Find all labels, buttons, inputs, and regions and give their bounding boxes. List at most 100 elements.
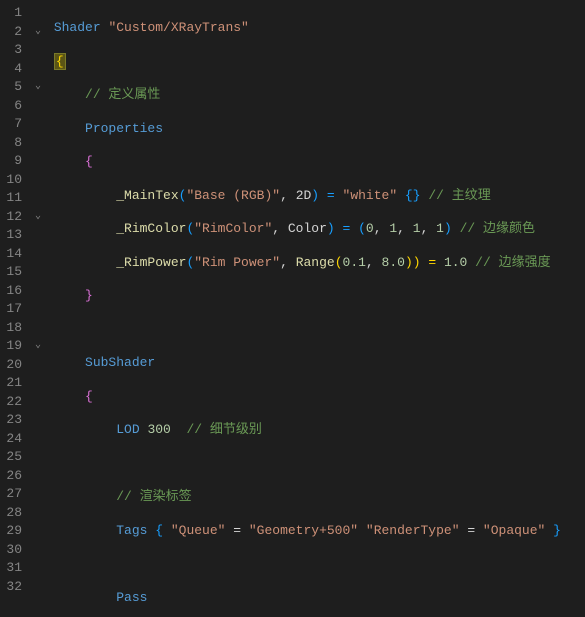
keyword: Tags (116, 523, 147, 538)
fold-marker[interactable] (30, 430, 46, 449)
punc: , (374, 221, 390, 236)
fold-marker[interactable] (30, 411, 46, 430)
code-line: LOD 300 // 细节级别 (46, 421, 585, 440)
string: "Opaque" (483, 523, 545, 538)
fold-marker[interactable] (30, 448, 46, 467)
op: ) = (311, 188, 342, 203)
type: 2D (296, 188, 312, 203)
fold-marker[interactable] (30, 60, 46, 79)
op: = (225, 523, 248, 538)
line-num: 9 (4, 152, 22, 171)
num: 1 (389, 221, 397, 236)
punc: , (280, 188, 296, 203)
line-num: 22 (4, 393, 22, 412)
num: 0 (366, 221, 374, 236)
func: _RimPower (116, 255, 186, 270)
string: "RenderType" (366, 523, 460, 538)
comment: // 主纹理 (428, 188, 490, 203)
fold-marker[interactable] (30, 282, 46, 301)
fold-marker[interactable] (30, 226, 46, 245)
num: 0.1 (343, 255, 366, 270)
line-num: 1 (4, 4, 22, 23)
num: 8.0 (382, 255, 405, 270)
line-num: 17 (4, 300, 22, 319)
code-line: Pass (46, 589, 585, 608)
comment: // 定义属性 (85, 87, 160, 102)
fold-marker[interactable] (30, 263, 46, 282)
line-num: 25 (4, 448, 22, 467)
fold-column: ⌄ ⌄ ⌄ ⌄ (30, 0, 46, 617)
fold-marker[interactable] (30, 578, 46, 597)
line-num: 4 (4, 60, 22, 79)
func: _MainTex (116, 188, 178, 203)
fold-marker[interactable]: ⌄ (30, 208, 46, 227)
line-num: 12 (4, 208, 22, 227)
num: 1 (413, 221, 421, 236)
code-line: } (46, 287, 585, 306)
brace: {} (397, 188, 428, 203)
line-num: 10 (4, 171, 22, 190)
line-num: 28 (4, 504, 22, 523)
sp (171, 422, 187, 437)
fold-marker[interactable] (30, 41, 46, 60)
fold-marker[interactable] (30, 134, 46, 153)
comment: // 渲染标签 (116, 489, 191, 504)
line-num: 24 (4, 430, 22, 449)
brace: { (85, 154, 93, 169)
code-line: _RimColor("RimColor", Color) = (0, 1, 1,… (46, 220, 585, 239)
string: "white" (343, 188, 398, 203)
punc: , (421, 221, 437, 236)
punc: , (397, 221, 413, 236)
line-num: 29 (4, 522, 22, 541)
line-num: 26 (4, 467, 22, 486)
fold-marker[interactable] (30, 467, 46, 486)
fold-marker[interactable] (30, 504, 46, 523)
fold-marker[interactable] (30, 374, 46, 393)
code-editor: 1 2 3 4 5 6 7 8 9 10 11 12 13 14 15 16 1… (0, 0, 585, 617)
code-line (46, 455, 585, 474)
line-num: 3 (4, 41, 22, 60)
code-line: { (46, 53, 585, 72)
fold-marker[interactable] (30, 319, 46, 338)
string: "Geometry+500" (249, 523, 358, 538)
fold-marker[interactable] (30, 559, 46, 578)
fold-marker[interactable]: ⌄ (30, 23, 46, 42)
line-num: 13 (4, 226, 22, 245)
punc: , (272, 221, 288, 236)
line-num: 14 (4, 245, 22, 264)
fold-marker[interactable] (30, 152, 46, 171)
fold-marker[interactable]: ⌄ (30, 78, 46, 97)
fold-marker[interactable] (30, 356, 46, 375)
fold-marker[interactable] (30, 393, 46, 412)
keyword: Shader (54, 20, 101, 35)
fold-marker[interactable] (30, 245, 46, 264)
brace: } (85, 288, 93, 303)
brace: { (54, 53, 66, 70)
comment: // 边缘强度 (475, 255, 550, 270)
string: "RimColor" (194, 221, 272, 236)
fold-marker[interactable]: ⌄ (30, 337, 46, 356)
num: 1.0 (444, 255, 467, 270)
code-line: _MainTex("Base (RGB)", 2D) = "white" {} … (46, 187, 585, 206)
fold-marker[interactable] (30, 171, 46, 190)
line-num: 21 (4, 374, 22, 393)
fold-marker[interactable] (30, 541, 46, 560)
fold-marker[interactable] (30, 4, 46, 23)
string: "Base (RGB)" (186, 188, 280, 203)
line-num: 23 (4, 411, 22, 430)
fold-marker[interactable] (30, 522, 46, 541)
fold-marker[interactable] (30, 189, 46, 208)
fold-marker[interactable] (30, 300, 46, 319)
code-content[interactable]: Shader "Custom/XRayTrans" { // 定义属性 Prop… (46, 0, 585, 617)
fold-marker[interactable] (30, 115, 46, 134)
fold-marker[interactable] (30, 485, 46, 504)
line-num: 31 (4, 559, 22, 578)
punc (467, 255, 475, 270)
line-num: 5 (4, 78, 22, 97)
line-num: 32 (4, 578, 22, 597)
fold-marker[interactable] (30, 97, 46, 116)
line-num: 19 (4, 337, 22, 356)
line-num: 7 (4, 115, 22, 134)
code-line: Shader "Custom/XRayTrans" (46, 19, 585, 38)
brace: } (545, 523, 561, 538)
